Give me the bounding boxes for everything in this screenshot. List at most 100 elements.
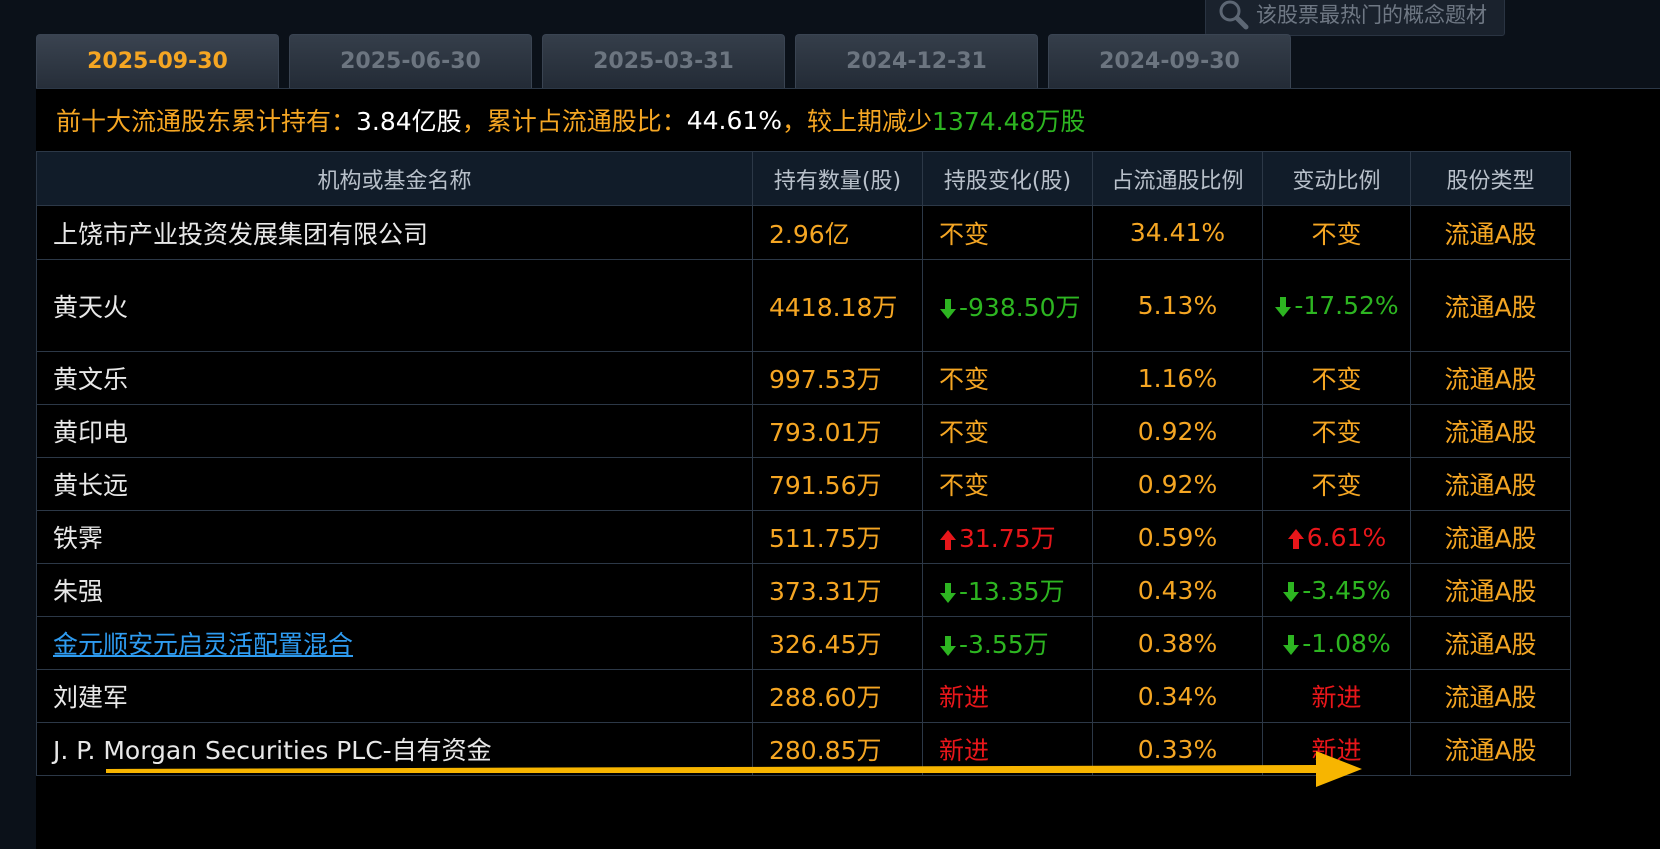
cell-ratio: 1.16% [1092,351,1263,405]
cell-holding: 511.75万 [752,510,923,564]
change-value: -938.50万 [959,292,1081,322]
cell-holder-name: 金元顺安元启灵活配置混合 [36,616,753,670]
cell-holding: 793.01万 [752,404,923,458]
cell-ratio: 0.33% [1092,722,1263,776]
cell-share-type: 流通A股 [1410,259,1571,352]
cell-share-type: 流通A股 [1410,404,1571,458]
change-ratio-value: 6.61% [1306,522,1387,552]
tab-2024-09-30[interactable]: 2024-09-30 [1048,34,1291,88]
holding-value: 791.56万 [769,471,882,500]
cell-change: -3.55万 [922,616,1093,670]
holding-value: 288.60万 [769,683,882,712]
holder-name: 朱强 [53,577,104,606]
cell-change-ratio: 新进 [1262,669,1411,723]
cell-share-type: 流通A股 [1410,205,1571,260]
share-type-value: 流通A股 [1444,683,1537,712]
cell-share-type: 流通A股 [1410,457,1571,511]
holders-panel: 前十大流通股东累计持有： 3.84亿股 ，累计占流通股比： 44.61% ，较上… [36,88,1660,849]
table-row: 黄文乐 997.53万 不变 1.16% 不变 流通A股 [36,351,1571,405]
holder-name: 上饶市产业投资发展集团有限公司 [53,219,429,249]
header-holder-name: 机构或基金名称 [36,151,753,206]
tab-2024-12-31[interactable]: 2024-12-31 [795,34,1038,88]
cell-ratio: 0.38% [1092,616,1263,670]
change-value: 不变 [939,418,990,447]
change-ratio-value: 新进 [1311,736,1362,765]
ratio-value: 34.41% [1129,218,1226,247]
search-icon [1216,0,1252,33]
ratio-value: 0.38% [1137,628,1218,658]
cell-holding: 280.85万 [752,722,923,776]
cell-holder-name: 黄天火 [36,259,753,352]
header-share-type: 股份类型 [1410,151,1571,206]
ratio-value: 5.13% [1137,291,1218,320]
cell-holding: 4418.18万 [752,259,923,352]
header-change-ratio: 变动比例 [1262,151,1411,206]
holder-name: 黄印电 [53,418,129,447]
holding-value: 4418.18万 [769,292,898,322]
header-change: 持股变化(股) [922,151,1093,206]
tab-2025-03-31[interactable]: 2025-03-31 [542,34,785,88]
table-header-row: 机构或基金名称 持有数量(股) 持股变化(股) 占流通股比例 变动比例 股份类型 [36,151,1571,206]
change-ratio-value: 不变 [1311,471,1362,500]
share-type-value: 流通A股 [1444,736,1537,765]
cell-change-ratio: -17.52% [1262,259,1411,352]
cell-change: 不变 [922,205,1093,260]
tab-2025-09-30[interactable]: 2025-09-30 [36,34,279,88]
down-arrow-icon [940,298,956,319]
holders-table: 机构或基金名称 持有数量(股) 持股变化(股) 占流通股比例 变动比例 股份类型… [36,151,1571,776]
cell-holder-name: 朱强 [36,563,753,617]
cell-ratio: 0.92% [1092,404,1263,458]
cell-ratio: 0.59% [1092,510,1263,564]
cell-change-ratio: 不变 [1262,404,1411,458]
table-row: 金元顺安元启灵活配置混合 326.45万 -3.55万 0.38% -1.08% 流通A股 [36,616,1571,670]
change-value: 不变 [939,365,990,394]
search-input[interactable] [1254,2,1498,28]
change-value: -13.35万 [959,577,1065,606]
table-row: 朱强 373.31万 -13.35万 0.43% -3.45% 流通A股 [36,563,1571,617]
cell-ratio: 34.41% [1092,205,1263,260]
cell-change: 不变 [922,404,1093,458]
change-value: -3.55万 [959,630,1049,659]
cell-change: 新进 [922,669,1093,723]
cell-change: 31.75万 [922,510,1093,564]
holding-value: 326.45万 [769,630,882,659]
header-holding: 持有数量(股) [752,151,923,206]
table-row: 上饶市产业投资发展集团有限公司 2.96亿 不变 34.41% 不变 流通A股 [36,205,1571,260]
cell-holder-name: 上饶市产业投资发展集团有限公司 [36,205,753,260]
cell-holding: 2.96亿 [752,205,923,260]
cell-holding: 326.45万 [752,616,923,670]
cell-share-type: 流通A股 [1410,351,1571,405]
period-tabs: 2025-09-30 2025-06-30 2025-03-31 2024-12… [36,34,1301,88]
cell-change-ratio: 不变 [1262,205,1411,260]
cell-ratio: 0.92% [1092,457,1263,511]
share-type-value: 流通A股 [1444,418,1537,447]
header-ratio: 占流通股比例 [1092,151,1263,206]
holder-name-link[interactable]: 金元顺安元启灵活配置混合 [53,630,353,659]
cell-ratio: 0.34% [1092,669,1263,723]
share-type-value: 流通A股 [1444,471,1537,500]
ratio-value: 0.92% [1137,416,1218,446]
cell-holding: 791.56万 [752,457,923,511]
cell-change: -938.50万 [922,259,1093,352]
summary-total-shares: 3.84亿股 [356,107,462,136]
summary-ratio-value: 44.61% [686,105,783,135]
holding-value: 280.85万 [769,736,882,765]
down-arrow-icon [940,583,956,603]
summary-change-label: ，较上期减少 [782,107,933,136]
holding-value: 793.01万 [769,418,882,447]
share-type-value: 流通A股 [1444,292,1537,322]
cell-holder-name: 刘建军 [36,669,753,723]
cell-change: 不变 [922,351,1093,405]
change-ratio-value: -17.52% [1294,290,1399,320]
table-row: 刘建军 288.60万 新进 0.34% 新进 流通A股 [36,669,1571,723]
cell-holding: 288.60万 [752,669,923,723]
down-arrow-icon [1283,634,1300,655]
holders-summary: 前十大流通股东累计持有： 3.84亿股 ，累计占流通股比： 44.61% ，较上… [36,89,1660,151]
down-arrow-icon [1275,296,1292,317]
cell-share-type: 流通A股 [1410,722,1571,776]
tab-2025-06-30[interactable]: 2025-06-30 [289,34,532,88]
cell-share-type: 流通A股 [1410,563,1571,617]
cell-share-type: 流通A股 [1410,616,1571,670]
cell-holding: 997.53万 [752,351,923,405]
search-box[interactable] [1205,0,1505,36]
